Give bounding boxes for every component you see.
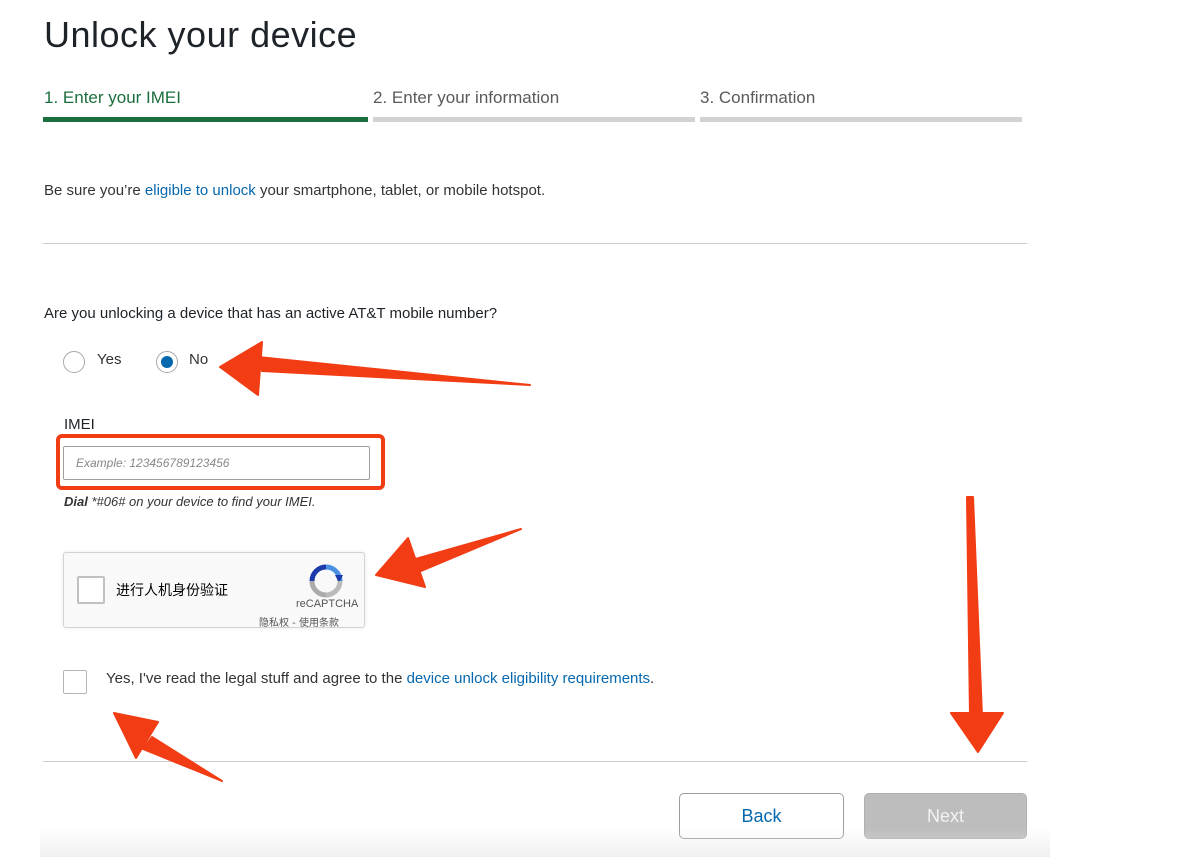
agreement-checkbox[interactable] (63, 670, 87, 694)
eligibility-intro: Be sure you’re eligible to unlock your s… (44, 182, 545, 199)
footer-divider (43, 761, 1027, 762)
bottom-shadow (40, 828, 1050, 857)
recaptcha-logo-icon (309, 564, 343, 598)
radio-no-selected-dot (161, 356, 173, 368)
intro-text-before: Be sure you’re (44, 182, 145, 199)
radio-no-label[interactable]: No (189, 351, 208, 368)
step-2-progress-bar (373, 117, 695, 122)
arrow-to-no-radio-icon (219, 341, 531, 396)
agreement-text: Yes, I've read the legal stuff and agree… (106, 670, 654, 687)
step-3-label: 3. Confirmation (700, 88, 816, 107)
radio-yes[interactable] (63, 351, 85, 373)
agreement-text-after: . (650, 670, 655, 687)
step-1-progress-bar (43, 117, 368, 122)
imei-hint-bold: Dial (64, 494, 88, 509)
step-1-label: 1. Enter your IMEI (44, 88, 181, 107)
radio-no[interactable] (156, 351, 178, 373)
eligibility-requirements-link[interactable]: device unlock eligibility requirements (407, 670, 650, 687)
recaptcha-terms-link[interactable]: 隐私权 - 使用条款 (259, 614, 339, 629)
radio-yes-label[interactable]: Yes (97, 351, 121, 368)
step-2-label: 2. Enter your information (373, 88, 560, 107)
arrow-to-captcha-icon (375, 528, 522, 588)
agreement-text-before: Yes, I've read the legal stuff and agree… (106, 670, 407, 687)
imei-label: IMEI (64, 416, 95, 433)
arrow-to-agreement-checkbox-icon (113, 712, 223, 782)
recaptcha-label: 进行人机身份验证 (116, 583, 228, 599)
annotation-highlight-box (56, 434, 385, 490)
recaptcha-brand: reCAPTCHA (296, 598, 359, 610)
page-title: Unlock your device (44, 14, 358, 55)
section-divider (43, 243, 1027, 244)
recaptcha-checkbox[interactable] (77, 576, 105, 604)
imei-hint-rest: *#06# on your device to find your IMEI. (87, 494, 316, 509)
recaptcha-widget: 进行人机身份验证 reCAPTCHA 隐私权 - 使用条款 (63, 552, 365, 629)
arrow-to-next-button-icon (950, 496, 1004, 753)
active-number-question: Are you unlocking a device that has an a… (44, 305, 498, 322)
intro-text-after: your smartphone, tablet, or mobile hotsp… (255, 182, 546, 199)
imei-hint: Dial *#06# on your device to find your I… (64, 494, 315, 509)
step-3-progress-bar (700, 117, 1022, 122)
annotation-arrows (113, 341, 1004, 782)
eligible-to-unlock-link[interactable]: eligible to unlock (145, 182, 256, 199)
